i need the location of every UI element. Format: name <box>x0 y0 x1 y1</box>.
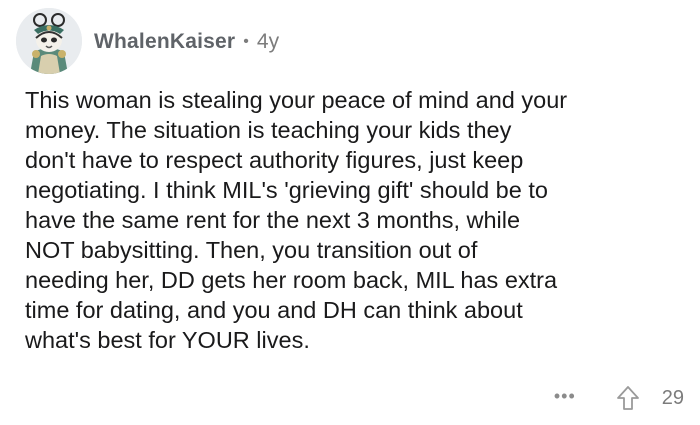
comment-header: WhalenKaiser • 4y <box>16 6 279 76</box>
avatar[interactable] <box>16 8 82 74</box>
avatar-image <box>16 8 82 74</box>
comment-actions: ••• 29 <box>554 383 684 413</box>
upvote-arrow-icon[interactable] <box>616 385 640 411</box>
comment-meta: WhalenKaiser • 4y <box>94 30 279 54</box>
vote-score: 29 <box>661 386 684 409</box>
more-options-icon[interactable]: ••• <box>554 387 576 405</box>
comment-card: WhalenKaiser • 4y This woman is stealing… <box>0 0 700 425</box>
comment-age: 4y <box>256 30 280 53</box>
meta-separator: • <box>243 33 249 50</box>
comment-body: This woman is stealing your peace of min… <box>25 87 568 353</box>
author-username[interactable]: WhalenKaiser <box>94 30 235 54</box>
